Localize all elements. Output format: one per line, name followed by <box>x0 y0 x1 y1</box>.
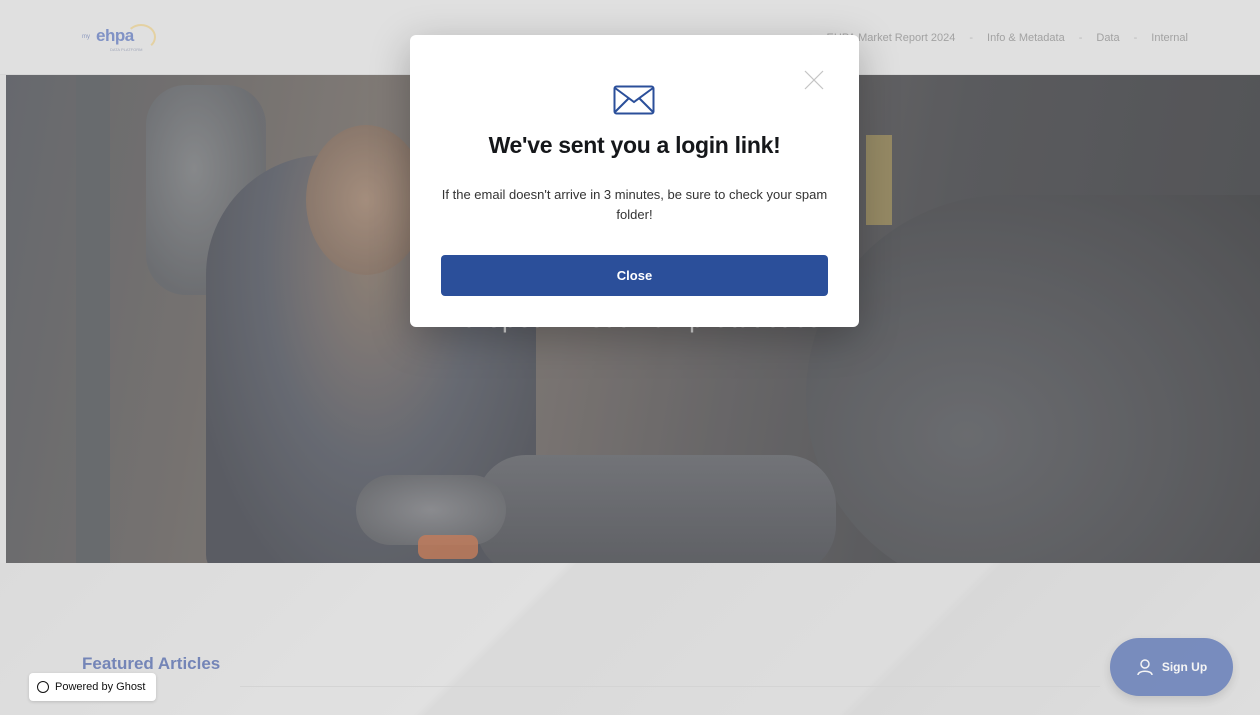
modal-message: If the email doesn't arrive in 3 minutes… <box>441 187 828 222</box>
close-icon[interactable] <box>803 69 825 91</box>
close-button[interactable]: Close <box>441 255 828 296</box>
page: my ehpa DATA PLATFORM EHPA Market Report… <box>0 0 1260 715</box>
powered-by-label: Powered by Ghost <box>55 681 146 693</box>
login-link-modal: We've sent you a login link! If the emai… <box>410 35 859 327</box>
powered-by-ghost-badge[interactable]: Powered by Ghost <box>29 673 156 701</box>
modal-title: We've sent you a login link! <box>488 132 781 158</box>
ghost-icon <box>37 681 49 693</box>
envelope-icon <box>613 85 655 115</box>
